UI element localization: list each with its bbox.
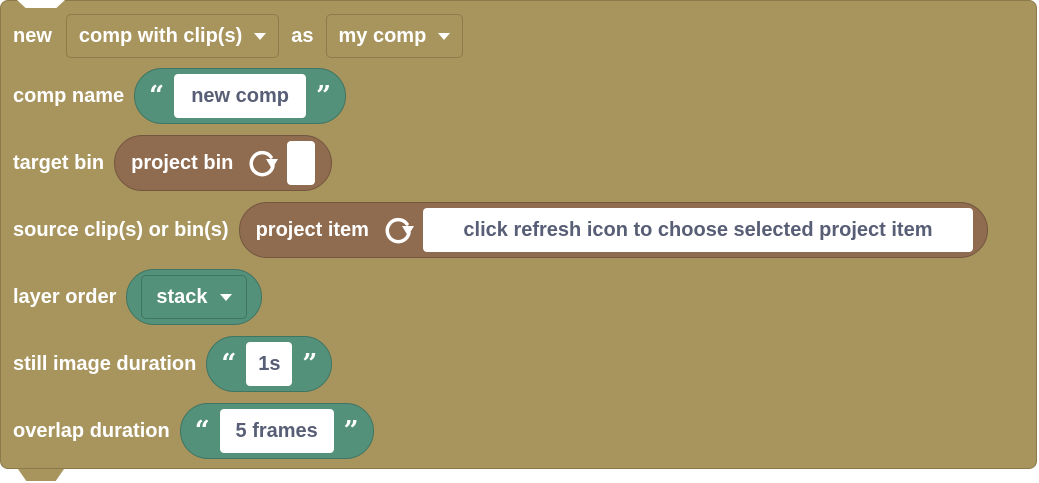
variable-dropdown[interactable]: my comp: [325, 14, 464, 58]
overlap-duration-input[interactable]: 5 frames: [219, 409, 334, 453]
comp-type-dropdown[interactable]: comp with clip(s): [65, 14, 280, 58]
layer-order-pill: stack: [126, 269, 262, 325]
layer-order-value: stack: [156, 285, 208, 308]
still-duration-row: still image duration “ 1s ”: [13, 336, 333, 392]
open-quote-icon: “: [149, 81, 165, 111]
comp-name-text-pill: “ new comp ”: [134, 68, 347, 124]
block-top-notch: [17, 0, 65, 8]
layer-order-row: layer order stack: [13, 269, 262, 325]
comp-name-label: comp name: [13, 84, 125, 107]
overlap-duration-text-pill: “ 5 frames ”: [179, 403, 374, 459]
comp-name-row: comp name “ new comp ”: [13, 68, 347, 124]
close-quote-icon: ”: [316, 81, 332, 111]
source-label: source clip(s) or bin(s): [13, 218, 229, 241]
block-bottom-notch: [18, 469, 64, 481]
project-bin-pill: project bin: [114, 135, 333, 191]
project-item-pill: project item click refresh icon to choos…: [238, 202, 988, 258]
open-quote-icon: “: [221, 349, 237, 379]
layer-order-dropdown[interactable]: stack: [141, 275, 247, 319]
as-label: as: [291, 24, 314, 47]
project-bin-label: project bin: [131, 151, 234, 174]
project-item-input[interactable]: click refresh icon to choose selected pr…: [422, 208, 973, 252]
overlap-duration-row: overlap duration “ 5 frames ”: [13, 403, 374, 459]
source-row: source clip(s) or bin(s) project item cl…: [13, 202, 988, 258]
still-duration-label: still image duration: [13, 352, 197, 375]
caret-down-icon: [219, 293, 232, 301]
target-bin-row: target bin project bin: [13, 135, 333, 191]
header-row: new comp with clip(s) as my comp: [13, 8, 464, 64]
overlap-duration-label: overlap duration: [13, 419, 170, 442]
close-quote-icon: ”: [302, 349, 318, 379]
open-quote-icon: “: [194, 416, 210, 446]
variable-value: my comp: [338, 24, 427, 47]
new-comp-block[interactable]: new comp with clip(s) as my comp comp na…: [0, 0, 1037, 481]
comp-type-value: comp with clip(s): [78, 24, 243, 47]
new-label: new: [13, 24, 52, 47]
project-bin-input[interactable]: [287, 141, 316, 185]
still-duration-input[interactable]: 1s: [246, 342, 293, 386]
layer-order-label: layer order: [13, 285, 117, 308]
target-bin-label: target bin: [13, 151, 105, 174]
caret-down-icon: [438, 32, 451, 40]
project-item-label: project item: [255, 218, 369, 241]
refresh-icon[interactable]: [381, 213, 415, 247]
refresh-icon[interactable]: [245, 146, 279, 180]
still-duration-text-pill: “ 1s ”: [206, 336, 333, 392]
close-quote-icon: ”: [343, 416, 359, 446]
caret-down-icon: [254, 32, 267, 40]
comp-name-input[interactable]: new comp: [174, 74, 307, 118]
